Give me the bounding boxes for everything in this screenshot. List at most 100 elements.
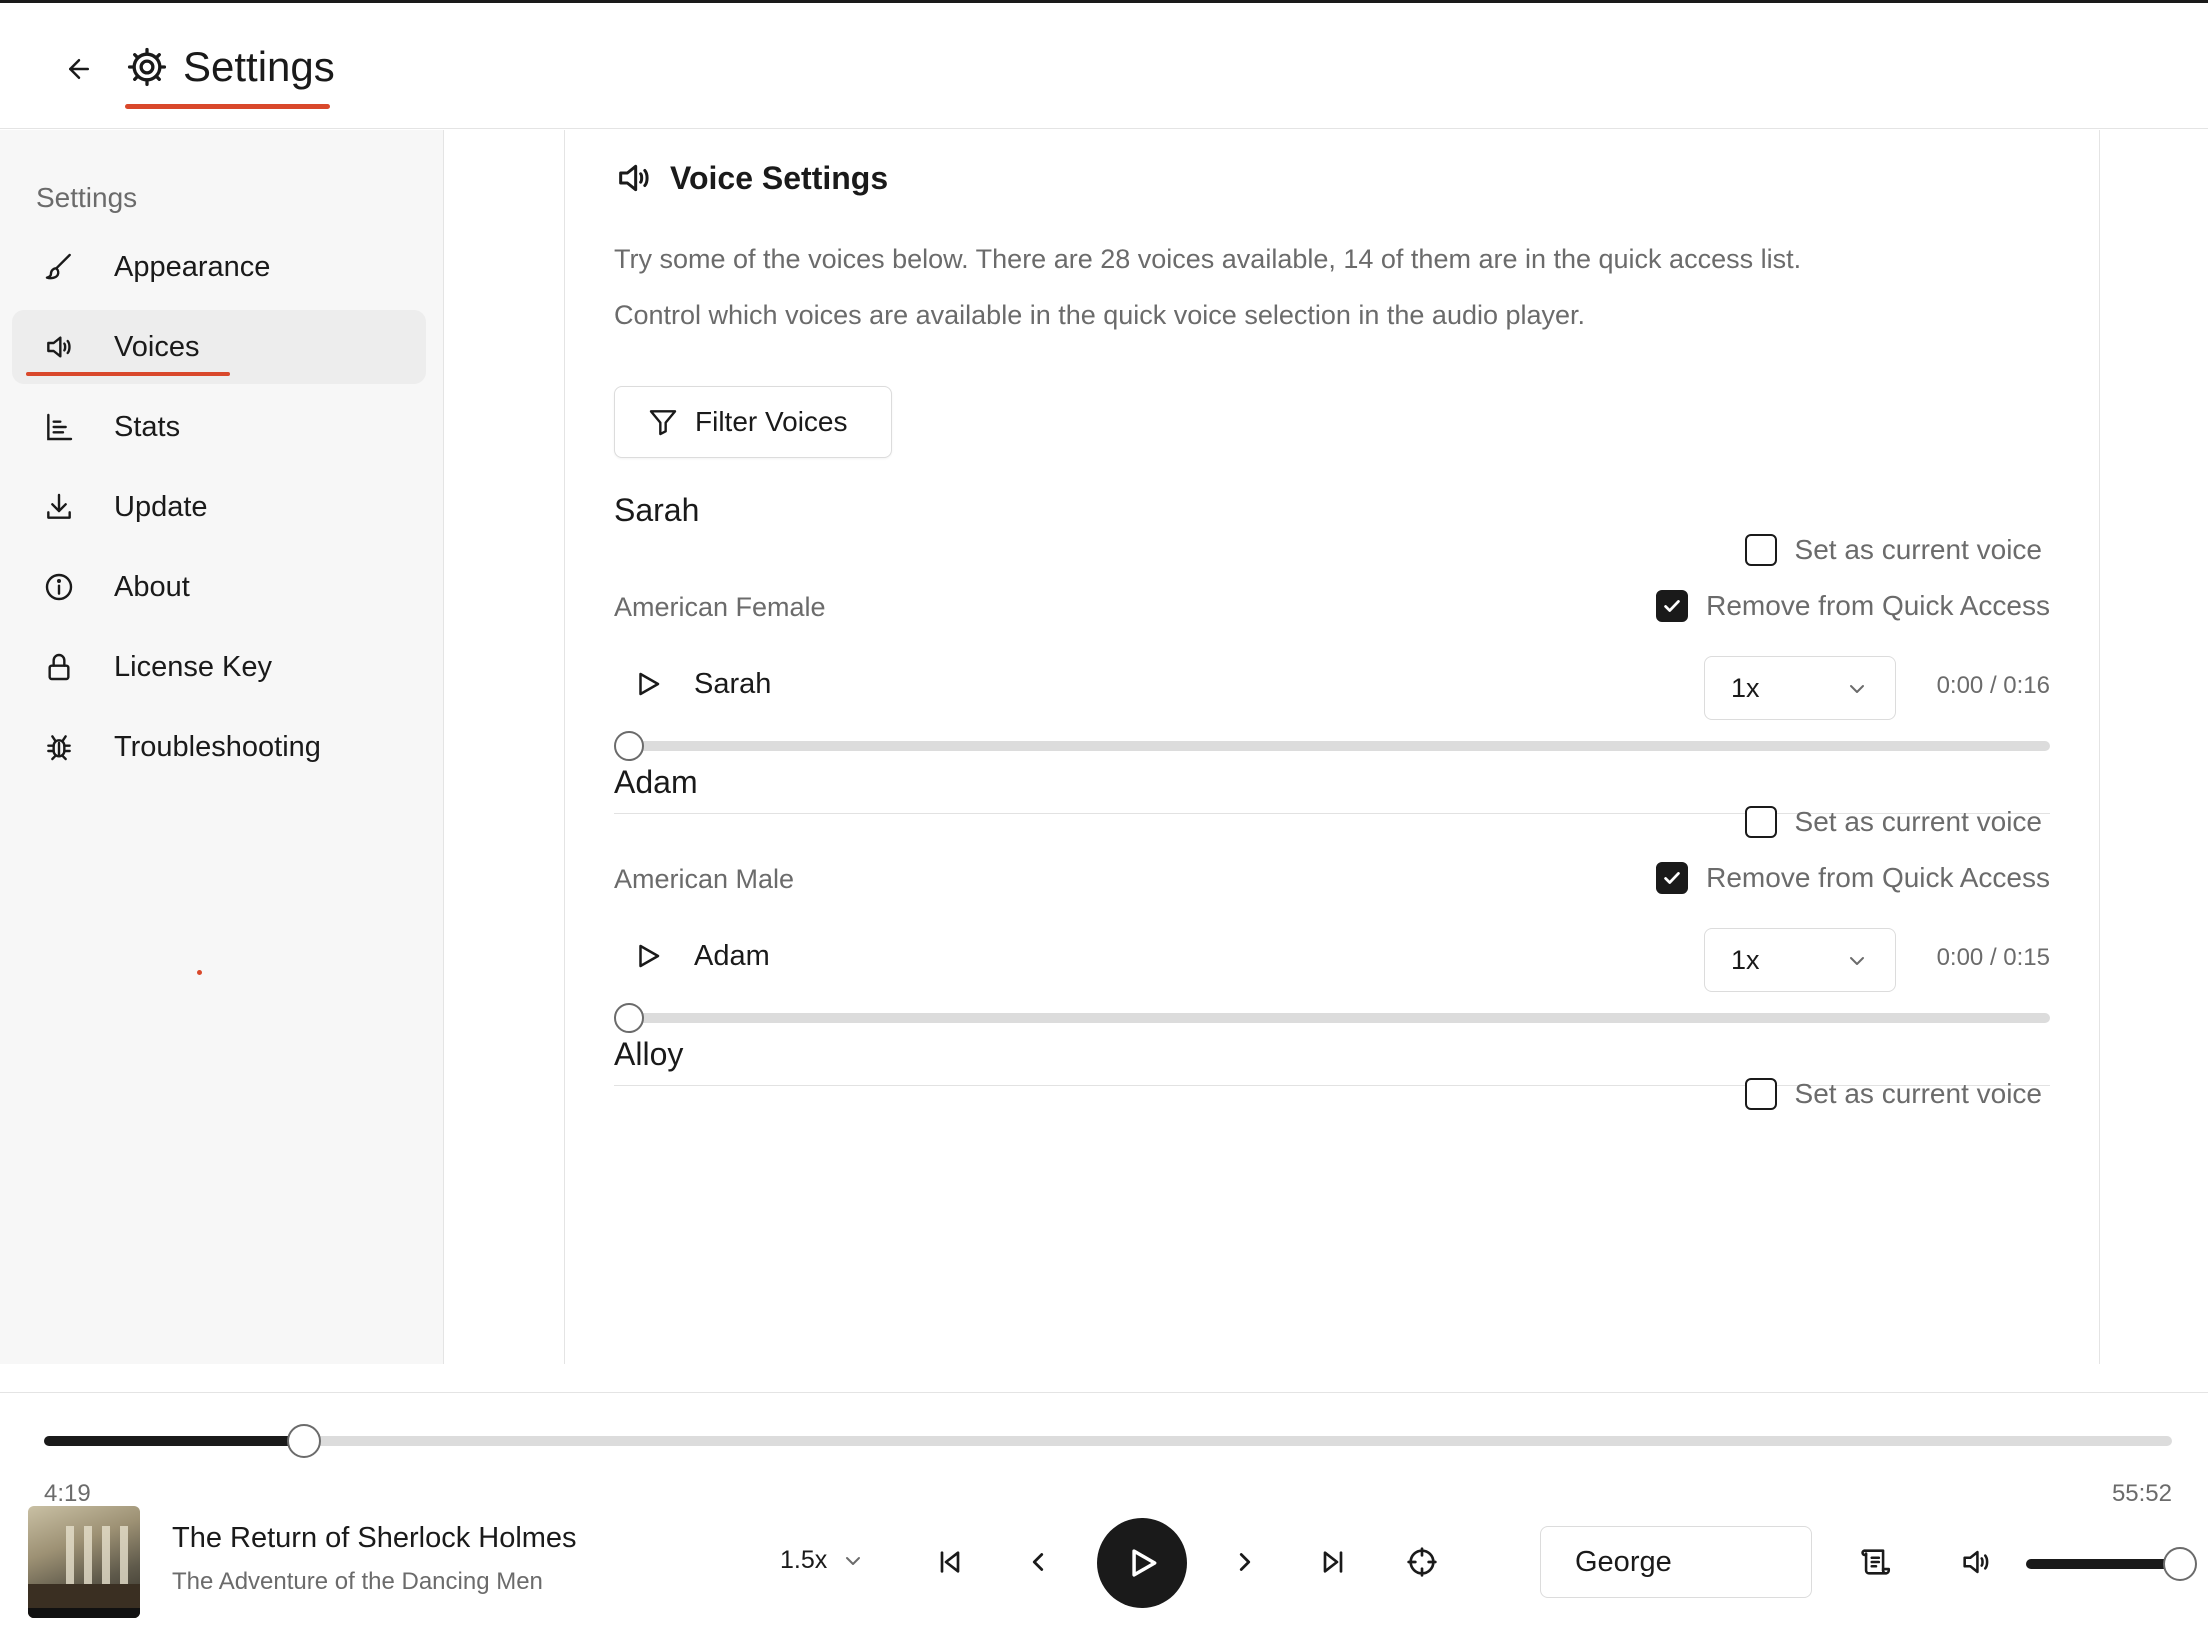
cursor-dot (197, 970, 202, 975)
header-active-underline (125, 104, 330, 109)
sample-speed-select[interactable]: 1x (1704, 928, 1896, 992)
current-voice-value: George (1575, 1545, 1672, 1578)
set-current-voice-option[interactable]: Set as current voice (1744, 806, 2042, 838)
chevron-down-icon (1850, 957, 1864, 965)
skip-next-icon (1323, 1551, 1343, 1573)
playback-rate-value: 1.5x (780, 1546, 828, 1574)
slider-rail (44, 1436, 2172, 1446)
main-play-button[interactable] (1097, 1518, 1187, 1608)
bug-icon (42, 730, 76, 764)
sidebar-item-license-key[interactable]: License Key (12, 630, 426, 704)
voice-description: American Male (614, 864, 795, 894)
sidebar-item-update[interactable]: Update (12, 470, 426, 544)
quick-access-option[interactable]: Remove from Quick Access (1656, 862, 2050, 894)
arrow-left-icon (69, 59, 89, 79)
voice-name: Alloy (614, 1036, 684, 1072)
quick-access-label: Remove from Quick Access (1706, 862, 2050, 893)
slider-rail (624, 1013, 2050, 1023)
slider-fill (44, 1436, 304, 1446)
book-cover (28, 1506, 140, 1618)
header: Settings (0, 3, 2208, 129)
sidebar-item-label: Voices (114, 330, 200, 363)
voice-settings-description: Try some of the voices below. There are … (614, 244, 1802, 274)
playback-rate-select[interactable]: 1.5x (780, 1546, 865, 1575)
sidebar-item-about[interactable]: About (12, 550, 426, 624)
sample-speed-value: 1x (1731, 944, 1760, 975)
sample-play-button[interactable] (630, 666, 666, 702)
speaker-icon (619, 164, 649, 192)
playback-progress-slider[interactable] (44, 1424, 2172, 1458)
set-current-voice-label: Set as current voice (1794, 806, 2042, 837)
voice-sample-player: Sarah 1x 0:00 / 0:16 (614, 656, 2050, 720)
skip-previous-button[interactable] (928, 1540, 972, 1584)
volume-slider[interactable] (2026, 1547, 2197, 1581)
sidebar-item-appearance[interactable]: Appearance (12, 230, 426, 304)
sidebar-item-troubleshooting[interactable]: Troubleshooting (12, 710, 426, 784)
slider-thumb[interactable] (287, 1424, 321, 1458)
gear-icon (127, 47, 167, 87)
set-current-voice-option[interactable]: Set as current voice (1744, 534, 2042, 566)
divider (0, 1392, 2208, 1393)
slider-thumb[interactable] (614, 731, 644, 761)
filter-voices-button[interactable]: Filter Voices (614, 386, 892, 458)
filter-voices-label: Filter Voices (695, 406, 848, 437)
voice-description: American Female (614, 592, 826, 622)
voice-sample-player: Adam 1x 0:00 / 0:15 (614, 928, 2050, 992)
back-button[interactable] (58, 48, 100, 90)
skip-previous-icon (940, 1551, 960, 1573)
elapsed-time: 4:19 (44, 1480, 91, 1507)
paintbrush-icon (42, 250, 76, 284)
set-current-voice-checkbox[interactable] (1744, 1078, 1777, 1110)
sample-progress-slider[interactable] (614, 730, 2050, 761)
scroll-text-icon (1861, 1549, 1891, 1575)
quick-access-option[interactable]: Remove from Quick Access (1656, 590, 2050, 622)
cover-detail (84, 1526, 92, 1586)
slider-thumb[interactable] (2163, 1547, 2197, 1581)
sample-play-button[interactable] (630, 938, 666, 974)
section-header: Voice Settings (614, 158, 888, 198)
filter-icon (649, 410, 677, 436)
sidebar-item-label: Troubleshooting (114, 730, 321, 763)
sidebar-title: Settings (36, 182, 138, 213)
set-current-voice-checkbox[interactable] (1744, 806, 1777, 838)
sidebar-item-stats[interactable]: Stats (12, 390, 426, 464)
transcript-button[interactable] (1854, 1540, 1898, 1584)
download-icon (42, 490, 76, 524)
current-voice-select[interactable]: George (1540, 1526, 1812, 1598)
slider-thumb[interactable] (614, 1003, 644, 1033)
forward-button[interactable] (1223, 1540, 1267, 1584)
sample-progress-slider[interactable] (614, 1002, 2050, 1033)
audio-player-bar: 4:19 55:52 The Return of Sherlock Holmes… (0, 1364, 2208, 1630)
total-time: 55:52 (2111, 1480, 2172, 1507)
set-current-voice-checkbox[interactable] (1744, 534, 1777, 566)
sample-time: 0:00 / 0:16 (1936, 672, 2050, 699)
voice-name: Adam (614, 764, 698, 800)
section-title: Voice Settings (670, 159, 889, 196)
sample-speed-value: 1x (1731, 672, 1760, 703)
cover-detail (66, 1526, 74, 1586)
speaker-icon (42, 330, 76, 364)
volume-button[interactable] (1954, 1540, 1998, 1584)
cover-detail (28, 1608, 140, 1618)
sample-speed-select[interactable]: 1x (1704, 656, 1896, 720)
slider-fill (2026, 1559, 2176, 1569)
skip-next-button[interactable] (1311, 1540, 1355, 1584)
play-icon (1132, 1549, 1157, 1577)
chapter-title: The Adventure of the Dancing Men (172, 1568, 543, 1595)
sidebar-item-label: About (114, 570, 190, 603)
play-icon (639, 672, 660, 696)
locate-current-button[interactable] (1400, 1540, 1444, 1584)
rewind-button[interactable] (1016, 1540, 1060, 1584)
header-title-group: Settings (125, 41, 335, 111)
chart-icon (42, 410, 76, 444)
play-icon (639, 944, 660, 968)
chevron-left-icon (1032, 1553, 1044, 1571)
set-current-voice-option[interactable]: Set as current voice (1744, 1078, 2042, 1110)
voice-name: Sarah (614, 492, 700, 528)
sidebar-item-voices[interactable]: Voices (12, 310, 426, 384)
quick-access-checkbox[interactable] (1656, 590, 1689, 622)
page-title: Settings (183, 43, 335, 90)
quick-access-checkbox[interactable] (1656, 862, 1689, 894)
sidebar-item-label: Stats (114, 410, 181, 443)
sample-time: 0:00 / 0:15 (1936, 944, 2050, 971)
